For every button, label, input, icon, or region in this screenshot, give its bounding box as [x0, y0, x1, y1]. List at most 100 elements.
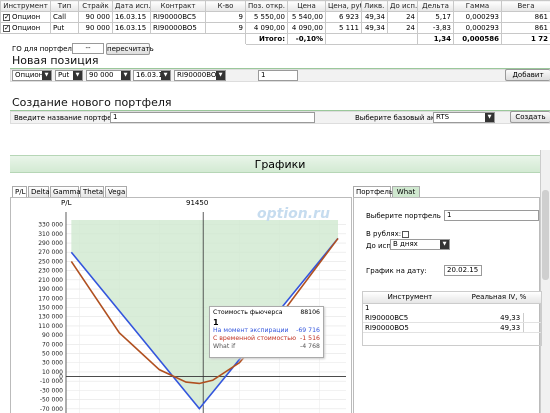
page-scrollbar[interactable]	[540, 150, 550, 413]
col-contract[interactable]: Контракт	[150, 0, 206, 12]
contract-select-value: RI90000BO5	[177, 71, 221, 79]
chevron-down-icon: ▼	[121, 71, 130, 80]
contract-select[interactable]: RI90000BO5 ▼	[174, 70, 226, 81]
tooltip-time-row: С временной стоимостью -1 516	[213, 335, 320, 343]
row-checkbox[interactable]	[3, 24, 10, 33]
y-tick-label: 330 000	[38, 222, 63, 229]
chevron-down-icon: ▼	[73, 71, 82, 80]
tab-gamma[interactable]: Gamma	[50, 186, 81, 197]
cell-price: 4 090,00	[287, 22, 326, 34]
cell-vega: 861	[501, 22, 550, 34]
table-row[interactable]: Опцион Put 90 000 16.03.15 RI90000BO5 9 …	[0, 22, 550, 34]
portfolio-name-label: Введите название портфеля	[14, 114, 121, 122]
y-tick-label: 70 000	[42, 341, 63, 348]
totals-gamma: 0,000586	[453, 33, 502, 45]
totals-label: Итого:	[245, 33, 288, 45]
new-portfolio-title: Создание нового портфеля	[12, 96, 172, 109]
iv-table-header: Инструмент Реальная IV, %	[363, 292, 541, 304]
portfolio-select-label: Выберите портфель	[366, 212, 441, 220]
rub-checkbox[interactable]	[402, 230, 409, 238]
tab-theta[interactable]: Theta	[80, 186, 104, 197]
tooltip-fut-row: Стоимость фьючерса 88106	[213, 309, 320, 317]
tab-portfolio[interactable]: Портфель	[353, 186, 393, 197]
totals-vega: 1 72	[501, 33, 550, 45]
cell-strike: 90 000	[78, 11, 113, 23]
asset-select[interactable]: RTS ▼	[433, 112, 495, 123]
qty-input[interactable]: 1	[258, 70, 298, 81]
y-tick-label: 90 000	[42, 332, 63, 339]
date-input[interactable]: 20.02.15	[444, 265, 482, 276]
y-tick-label: -30 000	[40, 387, 63, 394]
col-vega[interactable]: Вега	[501, 0, 550, 12]
y-tick-label: 150 000	[38, 304, 63, 311]
iv-edit-cell[interactable]	[523, 313, 541, 322]
iv-col-iv[interactable]: Реальная IV, %	[457, 292, 541, 303]
watermark-logo: option.ru	[257, 206, 330, 222]
create-portfolio-button[interactable]: Создать	[510, 111, 550, 123]
cell-open[interactable]: 5 550,00	[245, 11, 288, 23]
recalc-button[interactable]: пересчитать	[106, 43, 154, 55]
portfolio-name-input[interactable]: 1	[110, 112, 315, 123]
col-iv[interactable]: Ликв. IV, %	[361, 0, 388, 12]
cell-price: 5 540,00	[287, 11, 326, 23]
rub-label: В рублях:	[366, 230, 402, 238]
cell-qty[interactable]: 9	[205, 22, 246, 34]
table-row[interactable]: Опцион Call 90 000 16.03.15 RI90000BC5 9…	[0, 11, 550, 23]
tab-vega[interactable]: Vega	[105, 186, 127, 197]
x-marker-label: 91450	[186, 199, 209, 207]
cell-delta: -3,83	[417, 22, 454, 34]
col-gamma[interactable]: Гамма	[453, 0, 502, 12]
cell-gamma: 0,000293	[453, 11, 502, 23]
strike-select[interactable]: 90 000 ▼	[86, 70, 131, 81]
date-label: График на дату:	[366, 267, 427, 275]
until-select[interactable]: В днях ▼	[390, 239, 450, 250]
list-item[interactable]: RI90000BO5 49,33	[363, 323, 541, 333]
cell-vega: 861	[501, 11, 550, 23]
col-strike[interactable]: Страйк	[78, 0, 113, 12]
iv-table: Инструмент Реальная IV, % 1 RI90000BC5 4…	[362, 291, 542, 346]
y-tick-label: 110 000	[38, 323, 63, 330]
what-if-panel: Выберите портфель 1 В рублях: До исп: В …	[353, 197, 542, 413]
row-checkbox[interactable]	[3, 13, 10, 22]
y-tick-label: 270 000	[38, 249, 63, 256]
tooltip-exp-row: На момент экспирации -69 716	[213, 327, 320, 335]
portfolio-select-input[interactable]: 1	[444, 210, 539, 221]
col-days[interactable]: До исп.	[387, 0, 418, 12]
instrument-select[interactable]: Опцион ▼	[12, 70, 52, 81]
positions-header-row: Инструмент Тип Страйк Дата исп. Контракт…	[0, 0, 550, 12]
tooltip-whatif-label: What if	[213, 343, 236, 350]
chart-panel: 330 000 310 000 290 000 270 000 250 000 230 0…	[10, 197, 352, 413]
col-open[interactable]: Поз. откр. по	[245, 0, 288, 12]
scrollbar-thumb[interactable]	[542, 190, 549, 280]
type-select[interactable]: Put ▼	[55, 70, 83, 81]
cell-contract: RI90000BO5	[150, 22, 206, 34]
tab-pl[interactable]: P/L	[12, 186, 27, 197]
col-type[interactable]: Тип	[50, 0, 79, 12]
y-axis-title: P/L	[61, 199, 72, 207]
instrument-text: Опцион	[12, 13, 41, 21]
iv-edit-cell[interactable]	[523, 323, 541, 332]
col-price[interactable]: Цена	[287, 0, 326, 12]
tab-what-if[interactable]: What if	[392, 186, 420, 206]
y-tick-label: 250 000	[38, 258, 63, 265]
chevron-down-icon: ▼	[440, 240, 449, 249]
y-tick-label: 30 000	[42, 360, 63, 367]
tab-delta[interactable]: Delta	[28, 186, 50, 197]
go-value: --	[72, 43, 104, 54]
cell-type: Call	[50, 11, 79, 23]
col-instrument[interactable]: Инструмент	[0, 0, 51, 12]
instrument-text: Опцион	[12, 24, 41, 32]
col-date[interactable]: Дата исп.	[112, 0, 151, 12]
iv-col-instrument[interactable]: Инструмент	[363, 292, 457, 303]
cell-open[interactable]: 4 090,00	[245, 22, 288, 34]
cell-qty[interactable]: 9	[205, 11, 246, 23]
list-item[interactable]: RI90000BC5 49,33	[363, 313, 541, 323]
col-qty[interactable]: К-во	[205, 0, 246, 12]
add-button[interactable]: Добавит	[505, 69, 550, 81]
totals-empty	[325, 33, 418, 45]
col-price-rub[interactable]: Цена, руб.	[325, 0, 362, 12]
col-delta[interactable]: Дельта	[417, 0, 454, 12]
date-select[interactable]: 16.03.15 ▼	[133, 70, 171, 81]
cell-date: 16.03.15	[112, 11, 151, 23]
cell-date: 16.03.15	[112, 22, 151, 34]
